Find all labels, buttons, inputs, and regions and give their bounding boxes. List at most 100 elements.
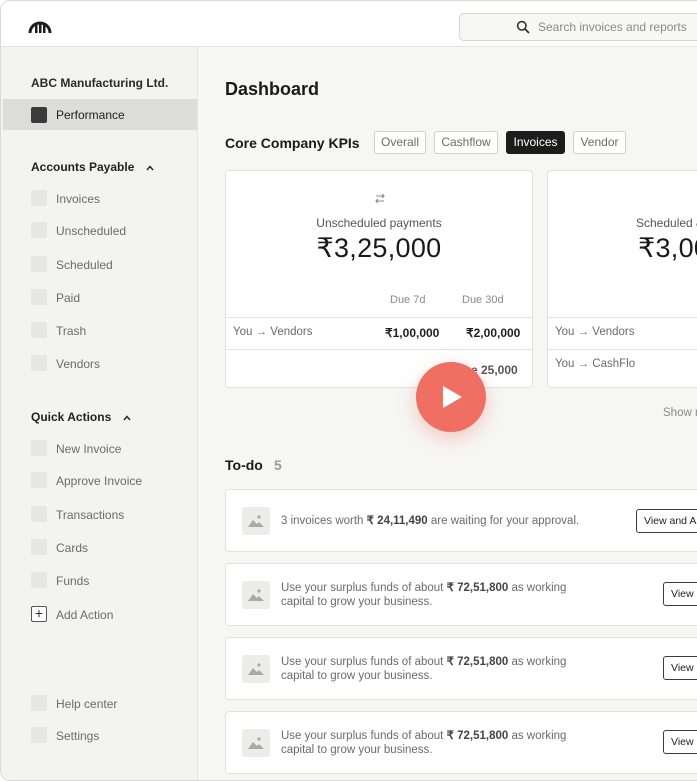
show-more-link[interactable]: Show m [663, 407, 697, 419]
page-title: Dashboard [225, 79, 320, 99]
divider [226, 317, 532, 318]
accounts-payable-header[interactable]: Accounts Payable [31, 160, 154, 174]
sidebar-item-label: Invoices [56, 192, 101, 206]
sidebar-item-cards[interactable]: Cards [31, 539, 191, 557]
sidebar-item-label: Paid [56, 291, 81, 305]
unscheduled-icon [31, 222, 47, 238]
quick-actions-header[interactable]: Quick Actions [31, 410, 131, 424]
approve-invoice-icon [31, 472, 47, 488]
company-name: ABC Manufacturing Ltd. [31, 76, 169, 90]
sidebar-item-funds[interactable]: Funds [31, 572, 191, 590]
todo-count: 5 [274, 457, 282, 473]
view-button[interactable]: View I [663, 582, 697, 606]
add-action-button[interactable]: + Add Action [31, 606, 191, 624]
view-button[interactable]: View I [663, 656, 697, 680]
todo-title: To-do [225, 457, 263, 473]
vendors-icon [31, 355, 47, 371]
sidebar-item-vendors[interactable]: Vendors [31, 355, 191, 373]
kpi-card-scheduled[interactable]: Scheduled & ₹3,00 You → Vendors You → Ca… [547, 170, 697, 388]
tab-invoices[interactable]: Invoices [506, 131, 565, 154]
invoices-icon [31, 190, 47, 206]
sidebar-item-settings[interactable]: Settings [31, 727, 191, 745]
sidebar-item-label: Add Action [56, 608, 114, 622]
kpi-card-title: Scheduled & [636, 216, 697, 230]
image-icon [242, 729, 270, 757]
kpi-section-title: Core Company KPIs [225, 135, 360, 151]
divider [548, 317, 697, 318]
sidebar-item-invoices[interactable]: Invoices [31, 190, 191, 208]
sidebar-item-label: Scheduled [56, 258, 113, 272]
image-icon [242, 507, 270, 535]
swap-icon [375, 193, 385, 204]
section-title: Quick Actions [31, 410, 112, 424]
paid-icon [31, 289, 47, 305]
sidebar-item-trash[interactable]: Trash [31, 322, 191, 340]
sidebar-item-scheduled[interactable]: Scheduled [31, 256, 191, 274]
sidebar-item-help-center[interactable]: Help center [31, 695, 191, 713]
sidebar-item-label: Cards [56, 541, 89, 555]
row-label: You → CashFlo [555, 358, 636, 370]
sidebar-item-label: Funds [56, 574, 90, 588]
todo-item: Use your surplus funds of about ₹ 72,51,… [225, 637, 697, 700]
row-value-due-7d: ₹1,00,000 [385, 326, 440, 340]
tab-overall[interactable]: Overall [374, 131, 426, 154]
image-icon [242, 655, 270, 683]
search-bar[interactable]: Search invoices and reports [459, 13, 697, 41]
row-value-due-30d: ₹2,00,000 [466, 326, 521, 340]
sidebar-item-performance[interactable]: Performance [3, 99, 197, 130]
todo-message: Use your surplus funds of about ₹ 72,51,… [281, 730, 567, 756]
sidebar-item-label: Vendors [56, 357, 101, 371]
view-and-approve-button[interactable]: View and Ap [636, 509, 697, 533]
sidebar: ABC Manufacturing Ltd. Performance Accou… [1, 47, 198, 780]
play-video-button[interactable] [416, 362, 486, 432]
todo-item: 3 invoices worth ₹ 24,11,490 are waiting… [225, 489, 697, 552]
sidebar-item-paid[interactable]: Paid [31, 289, 191, 307]
cards-icon [31, 539, 47, 555]
divider [226, 349, 532, 350]
app-window: Search invoices and reports ABC Manufact… [0, 0, 697, 781]
section-title: Accounts Payable [31, 160, 135, 174]
todo-item: Use your surplus funds of about ₹ 72,51,… [225, 563, 697, 626]
todo-message: 3 invoices worth ₹ 24,11,490 are waiting… [281, 515, 580, 527]
kpi-card-unscheduled[interactable]: Unscheduled payments ₹3,25,000 Due 7d Du… [225, 170, 533, 388]
logo-icon[interactable] [28, 14, 52, 36]
todo-message: Use your surplus funds of about ₹ 72,51,… [281, 582, 567, 608]
kpi-card-value: ₹3,00 [638, 233, 697, 263]
funds-icon [31, 572, 47, 588]
row-label: You → Vendors [555, 326, 635, 338]
sidebar-item-approve-invoice[interactable]: Approve Invoice [31, 472, 191, 490]
transactions-icon [31, 506, 47, 522]
sidebar-item-label: Trash [56, 324, 87, 338]
kpi-card-title: Unscheduled payments [316, 216, 442, 230]
column-header-due-7d: Due 7d [390, 294, 426, 306]
tab-vendor[interactable]: Vendor [573, 131, 626, 154]
sidebar-item-new-invoice[interactable]: New Invoice [31, 440, 191, 458]
sidebar-item-label: Transactions [56, 508, 125, 522]
sidebar-item-label: Help center [56, 697, 118, 711]
chevron-up-icon [146, 165, 154, 171]
todo-item: Use your surplus funds of about ₹ 72,51,… [225, 711, 697, 774]
tab-cashflow[interactable]: Cashflow [434, 131, 498, 154]
new-invoice-icon [31, 440, 47, 456]
todo-message: Use your surplus funds of about ₹ 72,51,… [281, 656, 567, 682]
image-icon [242, 581, 270, 609]
top-bar: Search invoices and reports [1, 1, 697, 47]
sidebar-item-unscheduled[interactable]: Unscheduled [31, 222, 191, 240]
sidebar-item-transactions[interactable]: Transactions [31, 506, 191, 524]
settings-icon [31, 727, 47, 743]
sidebar-item-label: Performance [56, 108, 125, 122]
chevron-up-icon [123, 415, 131, 421]
plus-icon: + [31, 606, 47, 622]
scheduled-icon [31, 256, 47, 272]
search-input[interactable]: Search invoices and reports [538, 20, 687, 34]
row-label: You → Vendors [233, 326, 313, 338]
performance-icon [31, 107, 47, 123]
kpi-card-value: ₹3,25,000 [316, 233, 442, 263]
view-button[interactable]: View I [663, 730, 697, 754]
sidebar-item-label: New Invoice [56, 442, 122, 456]
divider [548, 349, 697, 350]
sidebar-item-label: Approve Invoice [56, 474, 143, 488]
search-icon [516, 20, 530, 34]
trash-icon [31, 322, 47, 338]
column-header-due-30d: Due 30d [462, 294, 504, 306]
